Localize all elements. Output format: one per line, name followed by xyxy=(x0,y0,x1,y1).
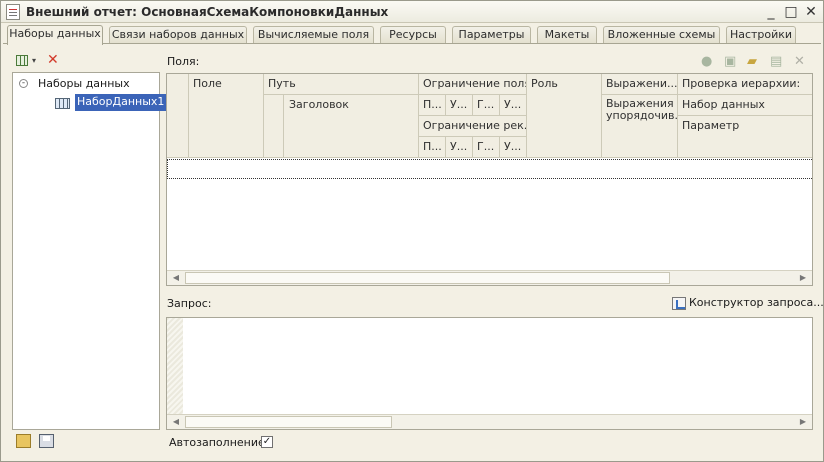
delete-dataset-button[interactable]: ✕ xyxy=(47,53,59,67)
add-field-icon[interactable]: ● xyxy=(701,54,712,69)
fields-label: Поля: xyxy=(167,55,200,68)
column-header-expression[interactable]: Выражени... xyxy=(602,74,678,95)
title-bar: Внешний отчет: ОсновнаяСхемаКомпоновкиДа… xyxy=(1,1,823,23)
tab-calculated-fields[interactable]: Вычисляемые поля xyxy=(253,26,374,43)
fields-horizontal-scrollbar[interactable]: ◀ ▶ xyxy=(167,270,812,285)
minimize-button[interactable]: _ xyxy=(763,4,779,20)
close-button[interactable]: ✕ xyxy=(803,4,819,20)
dataset-table-icon xyxy=(55,98,70,109)
column-header-dataset[interactable]: Набор данных xyxy=(678,95,812,116)
scroll-left-icon[interactable]: ◀ xyxy=(169,272,183,284)
tree-item-dataset[interactable]: НаборДанных1 xyxy=(75,94,167,111)
restriction-field-order[interactable]: У... xyxy=(500,95,527,116)
delete-icon: ✕ xyxy=(47,52,59,68)
path-indent-cell xyxy=(264,95,284,158)
save-icon-label-area xyxy=(43,436,50,441)
maximize-button[interactable]: □ xyxy=(783,4,799,20)
column-header-parameter[interactable]: Параметр xyxy=(678,116,812,158)
restriction-field-condition[interactable]: У... xyxy=(446,95,473,116)
restriction-field-use[interactable]: П... xyxy=(419,95,446,116)
query-builder-label: Конструктор запроса... xyxy=(689,296,824,309)
window-title: Внешний отчет: ОсновнаяСхемаКомпоновкиДа… xyxy=(26,5,389,19)
datasets-tree[interactable]: - Наборы данных НаборДанных1 xyxy=(12,72,167,430)
document-icon xyxy=(6,4,20,20)
query-horizontal-scrollbar[interactable]: ◀ ▶ xyxy=(167,414,812,429)
tab-parameters[interactable]: Параметры xyxy=(452,26,531,43)
column-header-hierarchy-check[interactable]: Проверка иерархии: xyxy=(678,74,812,95)
new-folder-icon[interactable]: ▰ xyxy=(747,54,757,69)
add-folder-icon[interactable]: ▣ xyxy=(724,54,736,69)
tab-resources[interactable]: Ресурсы xyxy=(380,26,446,43)
tab-datasets[interactable]: Наборы данных xyxy=(7,25,103,45)
open-folder-icon[interactable] xyxy=(16,434,31,448)
tab-dataset-links[interactable]: Связи наборов данных xyxy=(109,26,247,43)
column-header-title[interactable]: Заголовок xyxy=(284,95,419,158)
scroll-thumb[interactable] xyxy=(185,416,392,428)
autofill-checkbox[interactable]: ✓ xyxy=(261,436,273,448)
scroll-right-icon[interactable]: ▶ xyxy=(796,416,810,428)
restriction-field-group[interactable]: Г... xyxy=(473,95,500,116)
query-builder-icon xyxy=(672,296,686,310)
dropdown-arrow-icon: ▾ xyxy=(32,56,37,65)
restriction-attr-condition[interactable]: У... xyxy=(446,137,473,158)
tab-templates[interactable]: Макеты xyxy=(537,26,597,43)
column-header-attr-restriction[interactable]: Ограничение рек... xyxy=(419,116,527,137)
query-text-editor[interactable]: ◀ ▶ xyxy=(166,317,813,430)
column-header-field[interactable]: Поле xyxy=(189,74,264,158)
column-header-order-expression[interactable]: Выражения упорядочив... xyxy=(602,95,678,158)
query-label: Запрос: xyxy=(167,297,212,310)
restriction-attr-order[interactable]: У... xyxy=(500,137,527,158)
delete-field-icon[interactable]: ✕ xyxy=(794,54,805,69)
query-builder-button[interactable]: Конструктор запроса... xyxy=(672,296,824,312)
report-window: Внешний отчет: ОсновнаяСхемаКомпоновкиДа… xyxy=(0,0,824,462)
save-icon[interactable] xyxy=(39,434,54,448)
fields-table[interactable]: Поле Путь Заголовок Ограничение поля П..… xyxy=(166,73,813,286)
add-table-icon xyxy=(16,55,28,66)
tab-settings[interactable]: Настройки xyxy=(726,26,796,43)
column-header-path[interactable]: Путь xyxy=(264,74,419,95)
scroll-thumb[interactable] xyxy=(185,272,670,284)
line-gutter xyxy=(167,318,183,414)
column-header-field-restriction[interactable]: Ограничение поля xyxy=(419,74,527,95)
tab-nested-schemas[interactable]: Вложенные схемы xyxy=(603,26,720,43)
collapse-icon[interactable]: - xyxy=(19,79,28,88)
autofill-label: Автозаполнение xyxy=(169,436,265,449)
move-icon[interactable]: ▤ xyxy=(770,54,782,69)
add-dataset-button[interactable]: ▾ xyxy=(16,54,40,68)
scroll-left-icon[interactable]: ◀ xyxy=(169,416,183,428)
scroll-right-icon[interactable]: ▶ xyxy=(796,272,810,284)
column-header-role[interactable]: Роль xyxy=(527,74,602,158)
tab-separator xyxy=(3,43,821,44)
row-indicator-header xyxy=(167,74,189,158)
restriction-attr-group[interactable]: Г... xyxy=(473,137,500,158)
table-row[interactable] xyxy=(167,159,812,179)
restriction-attr-use[interactable]: П... xyxy=(419,137,446,158)
tree-root-label[interactable]: Наборы данных xyxy=(38,77,130,90)
